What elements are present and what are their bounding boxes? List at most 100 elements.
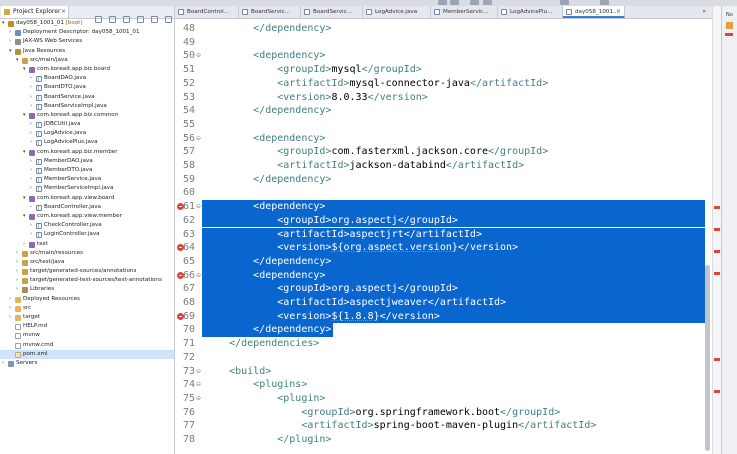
tree-item[interactable]: › target/generated-test-sources/test-anno… [0, 276, 174, 285]
error-marker[interactable] [714, 250, 720, 253]
close-icon[interactable]: × [616, 6, 621, 16]
chevron-right-icon[interactable]: › [16, 285, 18, 294]
tree-item[interactable]: › BoardController.java [0, 203, 174, 212]
tree-item[interactable]: › MemberDTO.java [0, 166, 174, 175]
error-marker[interactable] [714, 358, 720, 361]
chevron-right-icon[interactable]: › [30, 129, 32, 138]
chevron-right-icon[interactable]: › [16, 267, 18, 276]
tree-item[interactable]: mvnw [0, 331, 174, 340]
chevron-right-icon[interactable]: › [9, 28, 11, 37]
tree-item[interactable]: › Servers [0, 359, 174, 368]
chevron-right-icon[interactable]: › [16, 249, 18, 258]
tree-item[interactable]: › target [0, 313, 174, 322]
chevron-right-icon[interactable]: › [30, 166, 32, 175]
chevron-right-icon[interactable]: › [30, 102, 32, 111]
chevron-right-icon[interactable]: › [2, 359, 4, 368]
tree-item[interactable]: ▾ com.koreait.app.biz.board [0, 65, 174, 74]
tree-item[interactable]: › BoardDAO.java [0, 74, 174, 83]
tree-item[interactable]: › LoginController.java [0, 230, 174, 239]
editor-tab[interactable]: BoardServic... [301, 6, 363, 18]
tree-item[interactable]: › JDBCUtil.java [0, 120, 174, 129]
chevron-right-icon[interactable]: › [30, 74, 32, 83]
tree-item[interactable]: ▾ day058_1001_01 [boot] [0, 19, 174, 28]
tab-project-explorer[interactable]: Project Explorer × [1, 6, 69, 18]
tree-item[interactable]: › JAX-WS Web Services [0, 37, 174, 46]
tree-item[interactable]: › Deployed Resources [0, 295, 174, 304]
tree-item[interactable]: › Deployment Descriptor: day058_1001_01 [0, 28, 174, 37]
tree-item[interactable]: › LogAdvicePlus.java [0, 138, 174, 147]
tree-item[interactable]: › src/main/resources [0, 249, 174, 258]
fold-toggle-icon[interactable]: ⊖ [196, 49, 201, 63]
chevron-right-icon[interactable]: › [30, 203, 32, 212]
chevron-right-icon[interactable]: › [30, 230, 32, 239]
editor-tab[interactable]: MemberServic... [431, 6, 498, 18]
open-type-icon[interactable] [483, 0, 492, 5]
tree-item[interactable]: › Libraries [0, 285, 174, 294]
chevron-right-icon[interactable]: › [16, 258, 18, 267]
editor-tab[interactable]: BoardServic... [239, 6, 301, 18]
chevron-right-icon[interactable]: › [30, 184, 32, 193]
chevron-down-icon[interactable]: ▾ [23, 212, 26, 221]
fold-toggle-icon[interactable]: ⊖ [196, 132, 201, 146]
chevron-down-icon[interactable]: ▾ [16, 56, 19, 65]
fold-toggle-icon[interactable]: ⊖ [196, 392, 201, 406]
chevron-right-icon[interactable]: › [30, 83, 32, 92]
chevron-right-icon[interactable]: › [30, 120, 32, 129]
tree-item[interactable]: › target/generated-sources/annotations [0, 267, 174, 276]
error-marker[interactable] [714, 390, 720, 393]
tree-item[interactable]: › LogAdvice.java [0, 129, 174, 138]
chevron-right-icon[interactable]: › [9, 304, 11, 313]
tree-item[interactable]: › CheckController.java [0, 221, 174, 230]
editor-vertical-scrollbar[interactable] [704, 25, 711, 454]
tree-item[interactable]: › src [0, 304, 174, 313]
tree-item[interactable]: ▾ com.koreait.app.biz.member [0, 148, 174, 157]
tree-item[interactable]: › src/test/java [0, 258, 174, 267]
more-tabs-button[interactable]: » [702, 6, 706, 18]
tree-item[interactable]: HELP.md [0, 322, 174, 331]
editor-tab[interactable]: day058_1001... × [563, 6, 625, 18]
tree-item[interactable]: › BoardServiceImpl.java [0, 102, 174, 111]
search-icon[interactable] [470, 0, 479, 5]
fold-toggle-icon[interactable]: ⊖ [196, 365, 201, 379]
error-marker[interactable] [714, 206, 720, 209]
tree-item[interactable]: mvnw.cmd [0, 341, 174, 350]
chevron-right-icon[interactable]: › [9, 37, 11, 46]
run-icon[interactable] [438, 0, 447, 5]
chevron-right-icon[interactable]: › [9, 295, 11, 304]
chevron-right-icon[interactable]: › [30, 138, 32, 147]
tree-item[interactable]: › BoardDTO.java [0, 83, 174, 92]
back-icon[interactable] [560, 0, 569, 5]
chevron-down-icon[interactable]: ▾ [23, 194, 26, 203]
chevron-down-icon[interactable]: ▾ [23, 148, 26, 157]
chevron-right-icon[interactable]: › [16, 276, 18, 285]
chevron-right-icon[interactable]: › [23, 240, 25, 249]
editor-tab[interactable]: LogAdvicePlu... [498, 6, 563, 18]
fold-toggle-icon[interactable]: ⊖ [196, 378, 201, 392]
chevron-right-icon[interactable]: › [30, 157, 32, 166]
chevron-down-icon[interactable]: ▾ [23, 111, 26, 120]
tree-item[interactable]: › BoardService.java [0, 93, 174, 102]
tree-item[interactable]: › MemberDAO.java [0, 157, 174, 166]
fold-toggle-icon[interactable]: ⊖ [196, 200, 201, 214]
tree-item[interactable]: ▾ com.koreait.app.view.board [0, 194, 174, 203]
code-editor[interactable]: 48 </dependency> 49 50 ⊖ <dependency> 51 <group… [175, 22, 712, 454]
chevron-right-icon[interactable]: › [9, 313, 11, 322]
tree-item[interactable]: pom.xml [0, 349, 174, 359]
tree-item[interactable]: ▾ src/main/java [0, 56, 174, 65]
chevron-down-icon[interactable]: ▾ [2, 19, 5, 28]
error-marker[interactable] [714, 228, 720, 231]
chevron-right-icon[interactable]: › [30, 175, 32, 184]
chevron-right-icon[interactable]: › [30, 221, 32, 230]
error-marker[interactable] [714, 272, 720, 275]
fold-toggle-icon[interactable]: ⊖ [196, 269, 201, 283]
scrollbar-thumb[interactable] [705, 265, 710, 451]
editor-tab[interactable]: BoardControl... [175, 6, 239, 18]
debug-icon[interactable] [450, 0, 459, 5]
outline-icon[interactable] [726, 22, 733, 29]
chevron-down-icon[interactable]: ▾ [9, 47, 12, 56]
tree-item[interactable]: › MemberService.java [0, 175, 174, 184]
close-icon[interactable]: × [61, 6, 66, 18]
tree-item[interactable]: › MemberServiceImpl.java [0, 184, 174, 193]
chevron-down-icon[interactable]: ▾ [23, 65, 26, 74]
tree-item[interactable]: › test [0, 240, 174, 249]
